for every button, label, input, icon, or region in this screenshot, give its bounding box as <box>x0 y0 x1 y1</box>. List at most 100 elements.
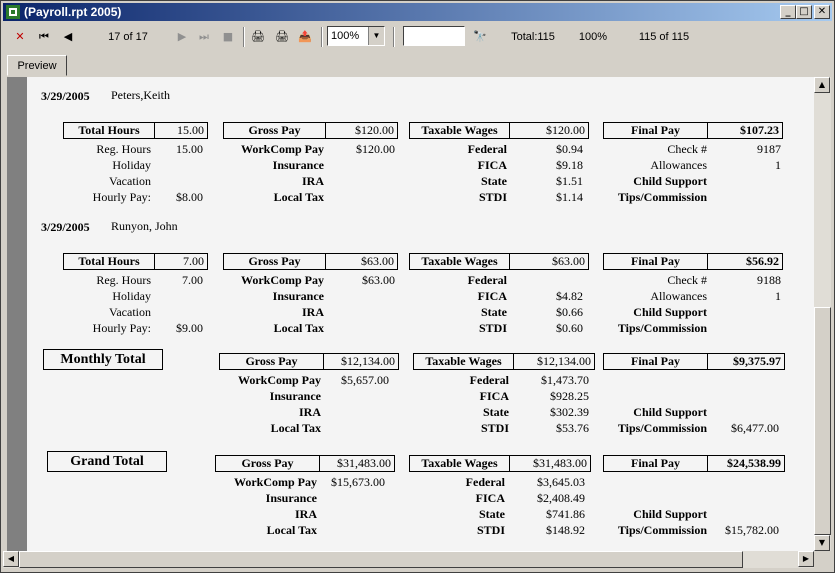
federal-value: $1,473.70 <box>541 373 589 387</box>
taxable-wages-box: Taxable Wages $120.00 <box>409 122 589 139</box>
scroll-up-icon[interactable]: ▲ <box>814 77 830 93</box>
toolbar-separator <box>321 27 323 47</box>
ira-label: IRA <box>294 507 317 521</box>
grand-total-title: Grand Total <box>47 451 167 472</box>
toolbar-separator <box>393 27 395 47</box>
print-setup-icon[interactable]: 🖨 <box>273 27 291 47</box>
taxable-wages-box-label: Taxable Wages <box>410 254 510 269</box>
holiday-label: Holiday <box>112 158 151 172</box>
tab-strip: Preview <box>3 53 832 77</box>
state-value: $302.39 <box>550 405 589 419</box>
close-window-button[interactable]: ✕ <box>814 5 830 19</box>
monthly-total-final-pay-box-value: $9,375.97 <box>733 354 781 368</box>
fica-value: $4.82 <box>556 289 583 303</box>
employee-name: Peters,Keith <box>111 88 170 102</box>
workcomp-value: $63.00 <box>362 273 395 287</box>
search-text-input[interactable] <box>403 26 465 46</box>
title-bar: (Payroll.rpt 2005) _ □ ✕ <box>3 3 832 21</box>
monthly-total-taxable-wages-box-label: Taxable Wages <box>414 354 514 369</box>
page-status: 17 of 17 <box>108 31 148 43</box>
scroll-right-icon[interactable]: ▶ <box>798 551 814 567</box>
stdi-value: $148.92 <box>546 523 585 537</box>
employee-date: 3/29/2005 <box>41 89 90 103</box>
final-pay-box: Final Pay $107.23 <box>603 122 783 139</box>
workcomp-label: WorkComp Pay <box>237 373 321 387</box>
export-icon[interactable]: 📤 <box>296 27 314 47</box>
horizontal-scroll-thumb[interactable] <box>19 551 743 568</box>
vertical-scroll-thumb[interactable] <box>814 307 831 535</box>
tips-commission-value: $6,477.00 <box>731 421 779 435</box>
final-pay-box-value: $56.92 <box>746 254 779 268</box>
federal-label: Federal <box>467 142 507 156</box>
local-tax-label: Local Tax <box>270 421 321 435</box>
vacation-label: Vacation <box>109 305 151 319</box>
gross-pay-box: Gross Pay $63.00 <box>223 253 398 270</box>
window-title: (Payroll.rpt 2005) <box>24 5 122 19</box>
local-tax-label: Local Tax <box>273 190 324 204</box>
grand-total-taxable-wages-box: Taxable Wages $31,483.00 <box>409 455 591 472</box>
monthly-total-title: Monthly Total <box>43 349 163 370</box>
print-icon[interactable]: 🖨 <box>249 27 267 47</box>
maximize-button[interactable]: □ <box>796 5 812 19</box>
stop-icon[interactable]: ■ <box>219 27 237 47</box>
workcomp-value: $120.00 <box>356 142 395 156</box>
crystal-reports-app-icon <box>6 5 20 19</box>
insurance-label: Insurance <box>272 158 324 172</box>
local-tax-label: Local Tax <box>266 523 317 537</box>
next-page-icon[interactable]: ▶ <box>173 27 191 47</box>
monthly-total-gross-pay-box-label: Gross Pay <box>220 354 324 369</box>
stdi-label: STDI <box>476 523 505 537</box>
fica-label: FICA <box>479 389 509 403</box>
grand-total-gross-pay-box-value: $31,483.00 <box>337 456 391 470</box>
vertical-scrollbar[interactable]: ▲ ▼ <box>814 77 831 551</box>
state-value: $0.66 <box>556 305 583 319</box>
zoom-select[interactable]: 100% ▼ <box>327 26 385 46</box>
final-pay-box-value: $107.23 <box>740 123 779 137</box>
hourly-pay-value: $8.00 <box>176 190 203 204</box>
workcomp-label: WorkComp Pay <box>240 273 324 287</box>
minimize-button[interactable]: _ <box>780 5 796 19</box>
check-label: Check # <box>667 142 707 156</box>
close-report-icon[interactable]: ✕ <box>11 27 29 47</box>
fica-label: FICA <box>477 289 507 303</box>
fica-label: FICA <box>475 491 505 505</box>
toolbar: ✕ ⏮ ◀ 17 of 17 ▶ ⏭ ■ 🖨 🖨 📤 100% ▼ 🔭 Total… <box>3 23 832 51</box>
grand-total-gross-pay-box-label: Gross Pay <box>216 456 320 471</box>
holiday-label: Holiday <box>112 289 151 303</box>
percent-read: 100% <box>578 31 608 43</box>
workcomp-label: WorkComp Pay <box>233 475 317 489</box>
final-pay-box-label: Final Pay <box>604 254 708 269</box>
grand-total-taxable-wages-box-label: Taxable Wages <box>410 456 510 471</box>
tips-commission-value: $15,782.00 <box>725 523 779 537</box>
workcomp-label: WorkComp Pay <box>240 142 324 156</box>
chevron-down-icon[interactable]: ▼ <box>368 27 384 45</box>
gross-pay-box: Gross Pay $120.00 <box>223 122 398 139</box>
monthly-total-gross-pay-box-value: $12,134.00 <box>341 354 395 368</box>
federal-value: $0.94 <box>556 142 583 156</box>
total-hours-box-value: 7.00 <box>183 254 204 268</box>
tab-preview[interactable]: Preview <box>7 55 67 76</box>
stdi-label: STDI <box>478 190 507 204</box>
monthly-total-final-pay-box-label: Final Pay <box>604 354 708 369</box>
check-label: Check # <box>667 273 707 287</box>
find-icon[interactable]: 🔭 <box>470 27 490 47</box>
reg-hours-label: Reg. Hours <box>96 142 151 156</box>
state-value: $1.51 <box>556 174 583 188</box>
child-support-label: Child Support <box>633 305 707 319</box>
hourly-pay-value: $9.00 <box>176 321 203 335</box>
taxable-wages-box: Taxable Wages $63.00 <box>409 253 589 270</box>
ira-label: IRA <box>301 305 324 319</box>
last-page-icon[interactable]: ⏭ <box>195 27 213 47</box>
grand-total-taxable-wages-box-value: $31,483.00 <box>533 456 587 470</box>
grand-total-final-pay-box-value: $24,538.99 <box>727 456 781 470</box>
previous-page-icon[interactable]: ◀ <box>59 27 77 47</box>
stdi-value: $0.60 <box>556 321 583 335</box>
scroll-down-icon[interactable]: ▼ <box>814 535 830 551</box>
taxable-wages-box-label: Taxable Wages <box>410 123 510 138</box>
tips-commission-label: Tips/Commission <box>617 523 707 537</box>
first-page-icon[interactable]: ⏮ <box>35 27 53 47</box>
reg-hours-value: 15.00 <box>176 142 203 156</box>
state-label: State <box>481 305 507 319</box>
scroll-left-icon[interactable]: ◀ <box>3 551 19 567</box>
horizontal-scrollbar[interactable]: ◀ ▶ <box>3 551 814 568</box>
